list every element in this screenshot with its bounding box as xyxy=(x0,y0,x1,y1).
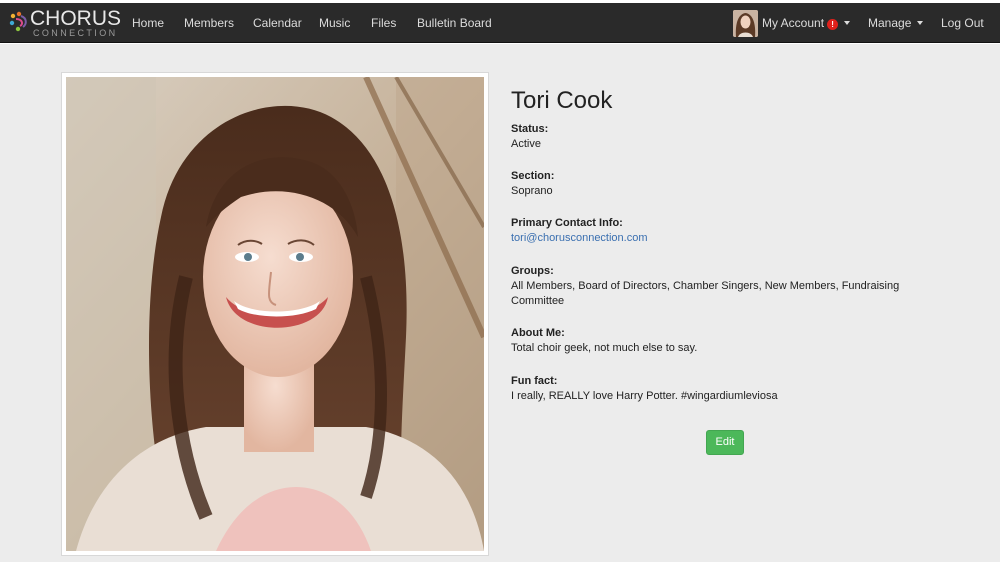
nav-calendar[interactable]: Calendar xyxy=(253,16,302,30)
top-navbar: CHORUS CONNECTION Home Members Calendar … xyxy=(0,3,1000,43)
logo-wordmark: CHORUS xyxy=(30,7,122,30)
groups-value: All Members, Board of Directors, Chamber… xyxy=(511,280,900,307)
contact-value-row: tori@chorusconnection.com xyxy=(511,231,931,246)
profile-photo xyxy=(66,77,484,551)
funfact-value: I really, REALLY love Harry Potter. #win… xyxy=(511,390,778,402)
section-label: Section: xyxy=(511,170,555,182)
logo-mark-icon xyxy=(9,11,27,32)
nav-music[interactable]: Music xyxy=(319,16,350,30)
profile-photo-frame xyxy=(61,72,489,556)
chorus-connection-logo[interactable]: CHORUS CONNECTION xyxy=(8,8,121,38)
logout-link[interactable]: Log Out xyxy=(941,16,984,30)
manage-label: Manage xyxy=(868,16,912,30)
about-label: About Me: xyxy=(511,327,565,339)
alert-badge: ! xyxy=(827,19,839,30)
profile-page: Tori Cook Status: Active Section: Sopran… xyxy=(0,44,1000,562)
profile-photo-image xyxy=(66,77,484,551)
status-label: Status: xyxy=(511,123,549,135)
nav-bulletin-board[interactable]: Bulletin Board xyxy=(417,16,492,30)
avatar-image-icon xyxy=(733,10,758,37)
logo-subtitle: CONNECTION xyxy=(33,28,118,38)
edit-button[interactable]: Edit xyxy=(706,430,744,455)
contact-label: Primary Contact Info: xyxy=(511,217,623,229)
groups-label: Groups: xyxy=(511,265,554,277)
contact-email-link[interactable]: tori@chorusconnection.com xyxy=(511,232,648,244)
my-account-label: My Account xyxy=(762,16,825,30)
my-account-menu[interactable]: My Account! xyxy=(762,16,851,30)
status-value: Active xyxy=(511,138,541,150)
funfact-label: Fun fact: xyxy=(511,375,558,387)
manage-menu[interactable]: Manage xyxy=(868,16,924,30)
section-value: Soprano xyxy=(511,185,553,197)
nav-home[interactable]: Home xyxy=(132,16,164,30)
chevron-down-icon xyxy=(844,21,851,25)
account-avatar[interactable] xyxy=(733,10,758,37)
nav-files[interactable]: Files xyxy=(371,16,396,30)
nav-members[interactable]: Members xyxy=(184,16,234,30)
member-name: Tori Cook xyxy=(511,87,613,114)
about-value: Total choir geek, not much else to say. xyxy=(511,342,698,354)
chevron-down-icon xyxy=(917,21,924,25)
